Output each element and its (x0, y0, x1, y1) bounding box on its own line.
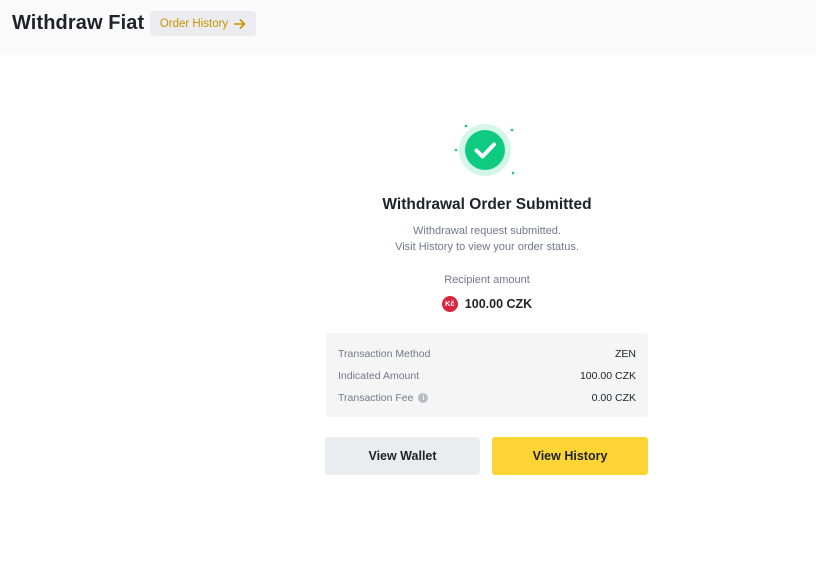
page-title: Withdraw Fiat (12, 12, 145, 34)
detail-value: 0.00 CZK (591, 392, 636, 404)
check-circle-icon (454, 124, 515, 176)
recipient-amount: Kč 100.00 CZK (326, 296, 648, 312)
result-description: Withdrawal request submitted. Visit Hist… (326, 223, 648, 255)
recipient-amount-value: 100.00 CZK (464, 297, 533, 311)
detail-key: Indicated Amount (338, 370, 420, 382)
recipient-amount-label: Recipient amount (444, 274, 530, 286)
arrow-right-icon (234, 18, 246, 29)
view-wallet-button[interactable]: View Wallet (325, 437, 480, 475)
detail-key: Transaction Fee (338, 392, 414, 404)
detail-value: 100.00 CZK (579, 370, 636, 382)
transaction-details: Transaction Method ZEN Indicated Amount … (326, 333, 648, 417)
view-history-button[interactable]: View History (492, 437, 648, 475)
order-history-label: Order History (159, 17, 229, 30)
result-desc-line2: Visit History to view your order status. (395, 241, 579, 253)
detail-row-transaction-fee: Transaction Fee i 0.00 CZK (338, 387, 636, 409)
czk-icon: Kč (441, 296, 458, 312)
result-desc-line1: Withdrawal request submitted. (413, 225, 561, 237)
detail-row-indicated-amount: Indicated Amount 100.00 CZK (338, 365, 636, 387)
detail-value: ZEN (615, 348, 636, 360)
result-title: Withdrawal Order Submitted (382, 196, 592, 213)
info-icon[interactable]: i (418, 393, 429, 403)
detail-row-transaction-method: Transaction Method ZEN (338, 343, 636, 365)
page-header: Withdraw Fiat Order History (0, 0, 816, 55)
detail-key-with-info: Transaction Fee i (338, 392, 429, 404)
order-history-button[interactable]: Order History (150, 11, 256, 36)
detail-key: Transaction Method (338, 348, 431, 360)
